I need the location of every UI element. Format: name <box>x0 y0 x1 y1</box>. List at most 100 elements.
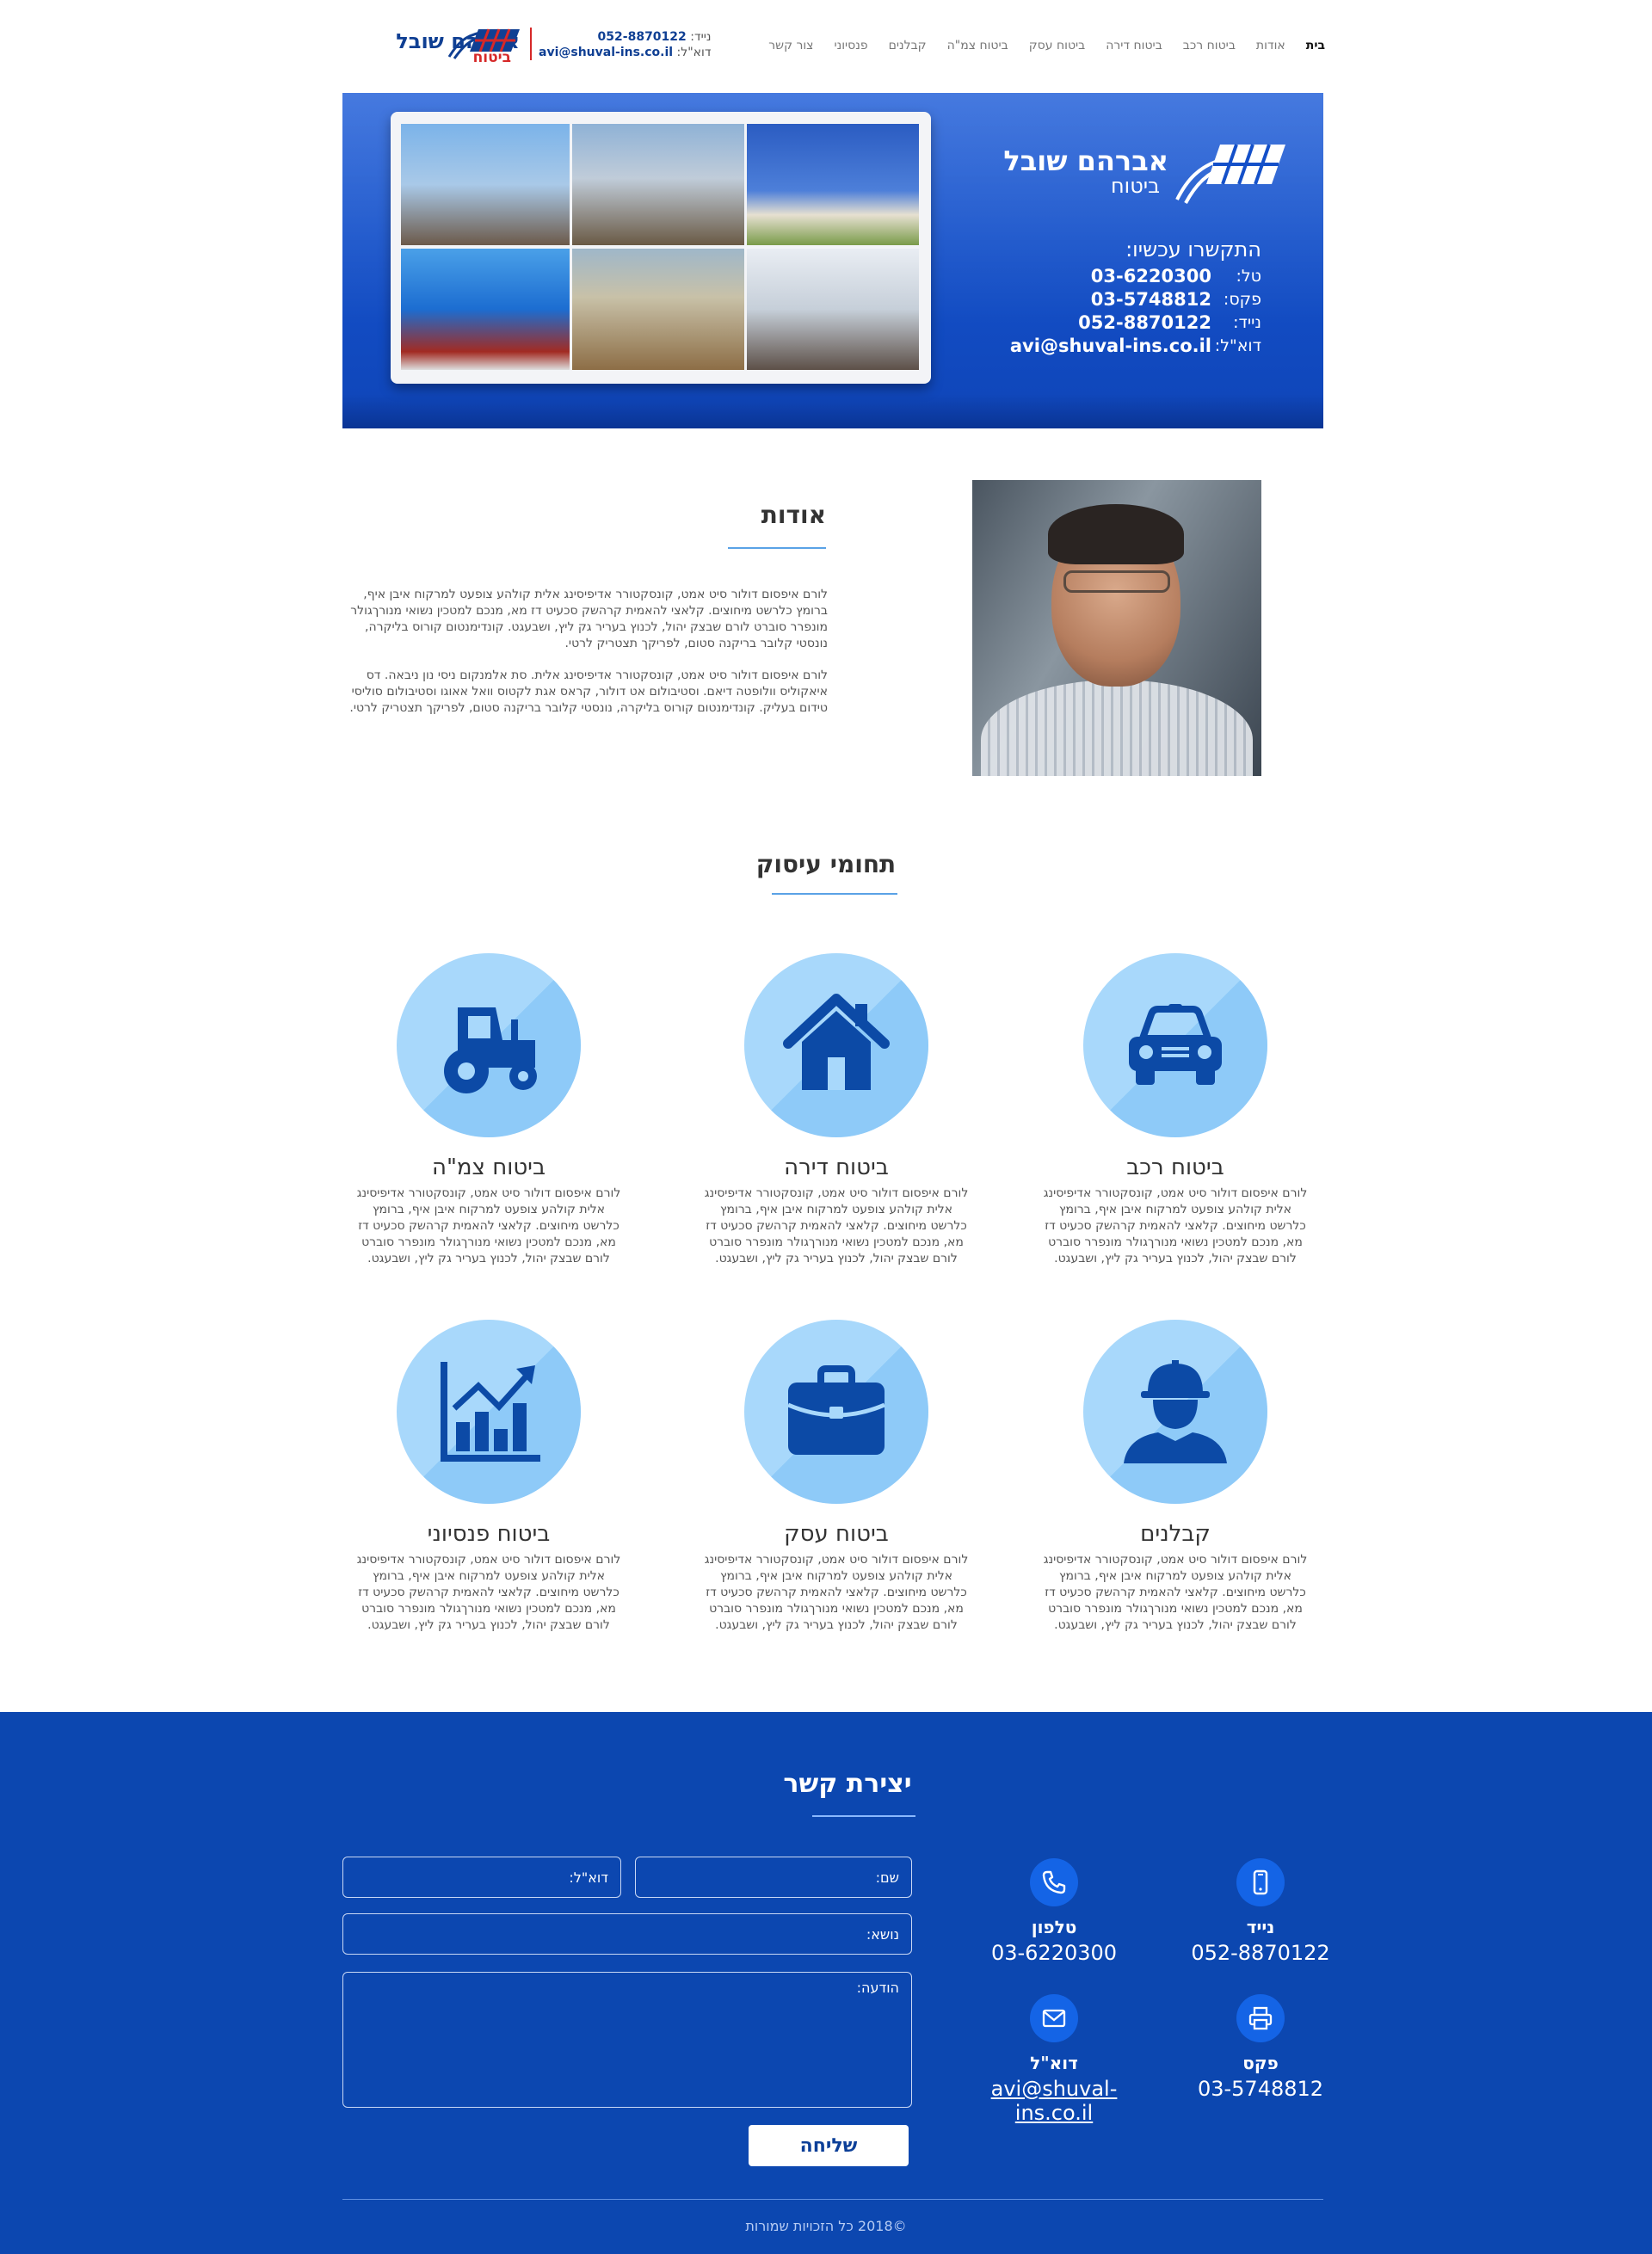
header-logo[interactable]: אברהם שובל ביטוח נייד: 052-8870122 דוא"ל… <box>342 22 711 67</box>
nav-item-pension[interactable]: פנסיוני <box>834 39 867 52</box>
service-name: ביטוח פנסיוני <box>427 1521 551 1547</box>
hero-contact-block: התקשרו עכשיו: טל: 03-6220300 פקס: 03-57488… <box>969 237 1261 358</box>
chart-icon <box>441 1362 540 1462</box>
nav-item-machinery-insurance[interactable]: ביטוח צמ"ה <box>947 39 1008 52</box>
hero-contact-fax: פקס: 03-5748812 <box>969 288 1261 311</box>
mail-icon <box>1030 1994 1078 2042</box>
contact-info-label: פקס <box>1242 2053 1279 2073</box>
hero-logo-name: אברהם שובל <box>1003 145 1168 177</box>
house-icon <box>783 994 890 1090</box>
copyright-text: ©2018 כל הזכויות שמורות <box>745 2218 907 2234</box>
header-mobile-value: 052-8870122 <box>597 30 687 44</box>
contact-info-fax: פקס 03-5748812 <box>1170 1994 1351 2101</box>
header-email-value[interactable]: avi@shuval-ins.co.il <box>539 46 673 59</box>
service-description: לורם איפסום דולור סיט אמט, קונסקטורר אדי… <box>356 1186 621 1266</box>
hero-photo-collage <box>391 112 931 384</box>
service-description: לורם איפסום דולור סיט אמט, קונסקטורר אדי… <box>1043 1553 1308 1632</box>
hero-mobile-value[interactable]: 052-8870122 <box>1078 311 1211 335</box>
service-icon-circle <box>744 953 928 1137</box>
services-title: תחומי עיסוק <box>755 850 897 878</box>
service-description: לורם איפסום דולור סיט אמט, קונסקטורר אדי… <box>704 1186 969 1266</box>
photo-house-palm <box>747 124 919 245</box>
car-icon <box>1129 1004 1222 1085</box>
header-email-label: דוא"ל: <box>676 46 712 59</box>
portrait-glasses <box>1063 570 1170 593</box>
contact-info-phone: טלפון 03-6220300 <box>964 1858 1144 1965</box>
logo-divider <box>530 28 532 60</box>
contact-title-underline <box>812 1815 915 1817</box>
phone-icon <box>1030 1858 1078 1906</box>
nav-item-home-insurance[interactable]: ביטוח דירה <box>1106 39 1162 52</box>
hero-fax-value: 03-5748812 <box>1090 289 1211 310</box>
contact-info-value[interactable]: 03-6220300 <box>964 1941 1144 1965</box>
service-name: ביטוח דירה <box>784 1155 889 1180</box>
hero-phone-value[interactable]: 03-6220300 <box>1091 265 1211 288</box>
contact-title: יצירת קשר <box>783 1769 912 1799</box>
hero-banner: אברהם שובל ביטוח התקשרו עכשיו: טל: 03-622… <box>342 93 1323 428</box>
hero-mobile-label: נייד: <box>1233 313 1261 332</box>
about-title: אודות <box>761 501 826 529</box>
nav-item-car-insurance[interactable]: ביטוח רכב <box>1183 39 1236 52</box>
hero-email-label: דוא"ל: <box>1214 336 1261 355</box>
service-name: ביטוח צמ"ה <box>431 1155 546 1180</box>
portrait-hair <box>1048 504 1184 564</box>
service-pension[interactable]: ביטוח פנסיוני לורם איפסום דולור סיט אמט,… <box>351 1320 626 1634</box>
service-name: קבלנים <box>1140 1521 1211 1547</box>
nav-item-about[interactable]: אודות <box>1256 39 1285 52</box>
nav-item-home[interactable]: בית <box>1306 39 1325 52</box>
email-field[interactable] <box>342 1857 621 1898</box>
briefcase-icon <box>787 1365 885 1455</box>
service-description: לורם איפסום דולור סיט אמט, קונסקטורר אדי… <box>704 1553 969 1632</box>
footer-divider <box>342 2199 1323 2200</box>
photo-hard-hat-tools <box>401 249 570 370</box>
service-icon-circle <box>397 1320 581 1504</box>
send-button[interactable]: שליחה <box>749 2125 909 2166</box>
service-machinery-insurance[interactable]: ביטוח צמ"ה לורם איפסום דולור סיט אמט, קו… <box>351 953 626 1267</box>
contact-info-value[interactable]: avi@shuval-ins.co.il <box>964 2077 1144 2125</box>
about-paragraph-1: לורם איפסום דולור סיט אמט, קונסקטורר אדי… <box>350 588 828 650</box>
printer-icon <box>1236 1994 1285 2042</box>
service-description: לורם איפסום דולור סיט אמט, קונסקטורר אדי… <box>1043 1186 1308 1266</box>
name-field[interactable] <box>635 1857 912 1898</box>
hero-email-value[interactable]: avi@shuval-ins.co.il <box>1010 335 1211 358</box>
about-portrait <box>972 480 1261 776</box>
service-car-insurance[interactable]: ביטוח רכב לורם איפסום דולור סיט אמט, קונ… <box>1038 953 1313 1267</box>
about-title-underline <box>728 547 826 549</box>
hero-logo-mark-icon <box>1175 144 1285 204</box>
header-mobile-label: נייד: <box>690 30 712 44</box>
service-icon-circle <box>397 953 581 1137</box>
service-home-insurance[interactable]: ביטוח דירה לורם איפסום דולור סיט אמט, קו… <box>699 953 974 1267</box>
tractor-icon <box>444 1007 537 1093</box>
portrait-shirt <box>981 680 1253 776</box>
contact-info-value: 03-5748812 <box>1197 2077 1324 2101</box>
service-name: ביטוח רכב <box>1126 1155 1224 1180</box>
subject-field[interactable] <box>342 1913 912 1955</box>
service-name: ביטוח עסק <box>784 1521 889 1547</box>
contact-info-mobile: נייד 052-8870122 <box>1170 1858 1351 1965</box>
about-text: לורם איפסום דולור סיט אמט, קונסקטורר אדי… <box>344 587 828 732</box>
hero-contact-mobile: נייד: 052-8870122 <box>969 311 1261 335</box>
hero-contact-heading: התקשרו עכשיו: <box>1125 237 1261 262</box>
hero-logo: אברהם שובל ביטוח <box>1003 136 1289 205</box>
nav-item-contact[interactable]: צור קשר <box>768 39 813 52</box>
hero-logo-subtitle: ביטוח <box>1110 174 1160 198</box>
hero-fax-label: פקס: <box>1223 290 1261 309</box>
about-paragraph-2: לורם איפסום דולור סיט אמט, קונסקטורר אדי… <box>349 668 828 715</box>
photo-office-interior <box>747 249 919 370</box>
hero-bottom-shade <box>342 394 1323 428</box>
nav-item-contractors[interactable]: קבלנים <box>889 39 927 52</box>
photo-excavator <box>572 249 744 370</box>
service-icon-circle <box>744 1320 928 1504</box>
contact-info-email: דוא"ל avi@shuval-ins.co.il <box>964 1994 1144 2125</box>
service-icon-circle <box>1083 953 1267 1137</box>
contact-info-value[interactable]: 052-8870122 <box>1170 1941 1351 1965</box>
mobile-icon <box>1236 1858 1285 1906</box>
message-field[interactable] <box>342 1972 912 2108</box>
service-contractors[interactable]: קבלנים לורם איפסום דולור סיט אמט, קונסקט… <box>1038 1320 1313 1634</box>
service-business-insurance[interactable]: ביטוח עסק לורם איפסום דולור סיט אמט, קונ… <box>699 1320 974 1634</box>
contact-info-label: דוא"ל <box>1030 2053 1078 2073</box>
hero-contact-phone: טל: 03-6220300 <box>969 265 1261 288</box>
logo-mark-icon <box>447 28 520 59</box>
contact-info-label: טלפון <box>1031 1917 1077 1937</box>
nav-item-business-insurance[interactable]: ביטוח עסק <box>1029 39 1086 52</box>
